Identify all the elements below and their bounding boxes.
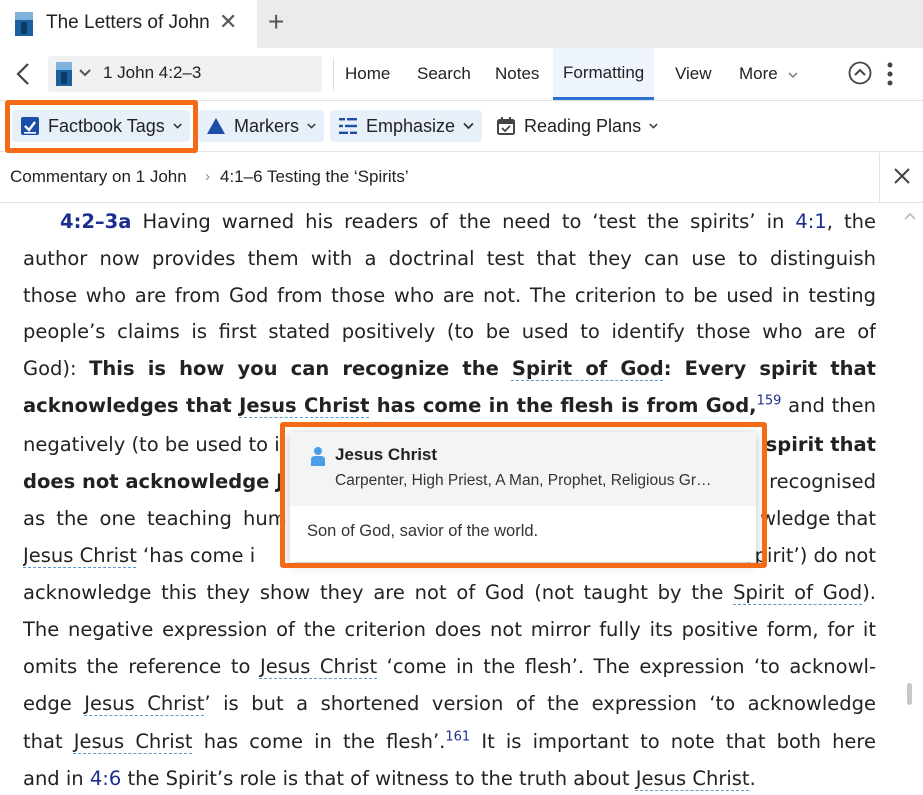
- chevron-down-icon[interactable]: [79, 68, 91, 78]
- factbook-tags-button[interactable]: Factbook Tags: [12, 110, 190, 142]
- emphasize-icon: [339, 118, 357, 134]
- book-icon: [15, 12, 33, 36]
- scrollbar-thumb[interactable]: [907, 683, 912, 705]
- calendar-icon: [497, 117, 515, 135]
- scroll-up-icon[interactable]: [904, 212, 916, 220]
- more-options-icon[interactable]: [886, 61, 894, 87]
- menu-more-label: More: [739, 64, 778, 83]
- text-line: acknowledge this they show they are not …: [23, 581, 876, 604]
- text-line: that Jesus Christ has come in the flesh’…: [23, 729, 876, 753]
- popup-description: Son of God, savior of the world.: [307, 522, 539, 540]
- tab-title: The Letters of John: [46, 12, 210, 33]
- verse-link[interactable]: 4:6: [90, 767, 121, 790]
- chevron-down-icon: [173, 123, 182, 129]
- menu-search[interactable]: Search: [407, 48, 481, 100]
- tab-letters-of-john[interactable]: The Letters of John ✕: [0, 0, 257, 48]
- breadcrumb-item-section[interactable]: 4:1–6 Testing the ‘Spirits’: [220, 167, 409, 187]
- text-line: God): This is how you can recognize the …: [23, 357, 876, 380]
- divider: [333, 58, 334, 90]
- book-icon: [56, 62, 72, 86]
- chevron-down-icon: [307, 123, 316, 129]
- factbook-tag-jesus-christ[interactable]: Jesus Christ: [260, 655, 377, 678]
- footnote-link[interactable]: 161: [445, 730, 470, 745]
- emphasize-button[interactable]: Emphasize: [330, 110, 482, 142]
- reference-box[interactable]: 1 John 4:2–3: [48, 56, 322, 92]
- factbook-tag-jesus-christ[interactable]: Jesus Christ: [239, 394, 369, 417]
- chevron-down-icon: [788, 71, 799, 78]
- popup-header[interactable]: Jesus Christ Carpenter, High Priest, A M…: [290, 432, 756, 506]
- text-line: edge Jesus Christ’ is but a shortened ve…: [23, 692, 876, 715]
- reading-plans-button[interactable]: Reading Plans: [488, 110, 666, 142]
- text-line: people’s claims is first stated positive…: [23, 320, 876, 343]
- menu-notes[interactable]: Notes: [485, 48, 549, 100]
- markers-label: Markers: [234, 115, 300, 136]
- close-icon: [894, 168, 910, 184]
- markers-button[interactable]: Markers: [198, 110, 324, 142]
- breadcrumb-separator: ›: [205, 168, 210, 185]
- person-icon: [311, 447, 325, 466]
- close-icon[interactable]: ✕: [219, 9, 237, 35]
- menu-view[interactable]: View: [665, 48, 722, 100]
- chevron-down-icon: [649, 123, 658, 129]
- text-line: 4:2–3a Having warned his readers of the …: [60, 210, 876, 233]
- text-line: omits the reference to Jesus Christ ‘com…: [23, 655, 876, 678]
- reading-plans-label: Reading Plans: [524, 115, 642, 136]
- factbook-tag-jesus-christ[interactable]: Jesus Christ: [84, 692, 204, 715]
- text-line: acknowledges that Jesus Christ has come …: [23, 393, 876, 417]
- verse-label[interactable]: 4:2–3a: [60, 210, 131, 233]
- tab-bar: The Letters of John ✕ +: [0, 0, 923, 48]
- popup-subtitle: Carpenter, High Priest, A Man, Prophet, …: [335, 472, 712, 489]
- breadcrumb: Commentary on 1 John › 4:1–6 Testing the…: [0, 153, 923, 203]
- factbook-tag-jesus-christ[interactable]: Jesus Christ: [74, 730, 193, 753]
- text-line: those who are from God from those who ar…: [23, 284, 876, 307]
- popup-title[interactable]: Jesus Christ: [335, 445, 437, 465]
- chevron-down-icon: [463, 122, 474, 130]
- text-line: The negative expression of the criterion…: [23, 618, 876, 641]
- factbook-tags-label: Factbook Tags: [48, 115, 165, 136]
- factbook-tag-icon: [21, 117, 39, 135]
- menu-more[interactable]: More: [729, 48, 808, 100]
- factbook-tag-spirit-of-god[interactable]: Spirit of God: [512, 357, 664, 380]
- factbook-tag-jesus-christ[interactable]: Jesus Christ: [23, 544, 137, 567]
- add-tab-icon[interactable]: +: [268, 6, 284, 38]
- menu-home[interactable]: Home: [335, 48, 400, 100]
- factbook-tag-jesus-christ[interactable]: Jesus Christ: [636, 767, 750, 790]
- back-arrow-icon[interactable]: [16, 62, 30, 86]
- emphasize-label: Emphasize: [366, 115, 456, 136]
- text-line: and in 4:6 the Spirit’s role is that of …: [23, 767, 756, 790]
- formatting-ribbon: Factbook Tags Markers Emphasize Reading …: [0, 100, 923, 152]
- triangle-marker-icon: [207, 118, 225, 134]
- menu-formatting[interactable]: Formatting: [553, 48, 655, 100]
- breadcrumb-item-commentary[interactable]: Commentary on 1 John: [10, 167, 187, 187]
- text-line: author now provides them with a doctrina…: [23, 247, 876, 270]
- footnote-link[interactable]: 159: [757, 394, 782, 409]
- factbook-tag-spirit-of-god[interactable]: Spirit of God: [733, 581, 862, 604]
- close-panel-button[interactable]: [879, 153, 923, 203]
- reference-text[interactable]: 1 John 4:2–3: [103, 63, 201, 83]
- navigation-bar: 1 John 4:2–3 Home Search Notes Formattin…: [0, 48, 923, 100]
- factbook-popup: Jesus Christ Carpenter, High Priest, A M…: [290, 432, 756, 562]
- collapse-up-icon[interactable]: [848, 61, 872, 85]
- verse-link[interactable]: 4:1: [795, 210, 826, 233]
